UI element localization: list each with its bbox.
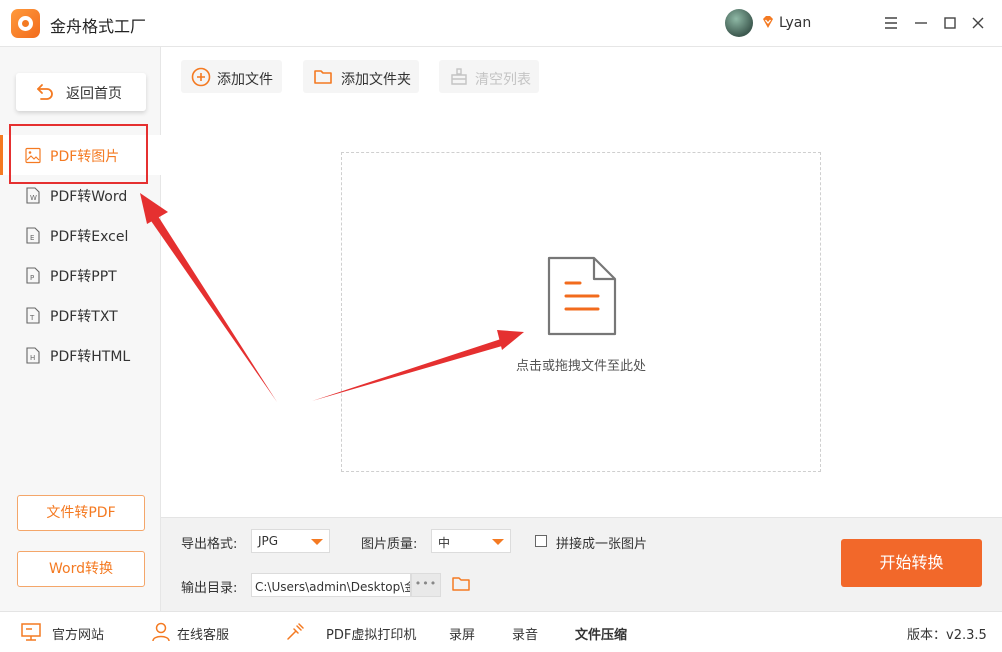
app-title: 金舟格式工厂 <box>50 17 147 36</box>
minimize-icon[interactable] <box>912 14 930 32</box>
svg-text:H: H <box>30 354 35 362</box>
clear-list-label: 清空列表 <box>475 72 531 88</box>
version-text: 版本：v2.3.5 <box>907 628 987 643</box>
drop-hint-text: 点击或拖拽文件至此处 <box>515 359 646 374</box>
ppt-file-icon: P <box>26 267 40 284</box>
sidebar-item-label: PDF转TXT <box>50 309 118 325</box>
start-convert-button[interactable]: 开始转换 <box>841 539 982 587</box>
maximize-icon[interactable] <box>941 14 959 32</box>
image-file-icon <box>25 147 41 164</box>
svg-text:T: T <box>29 314 35 322</box>
sidebar-item-pdf-to-ppt[interactable]: P PDF转PPT <box>0 255 161 295</box>
word-convert-button[interactable]: Word转换 <box>17 551 145 587</box>
menu-icon[interactable] <box>882 14 900 32</box>
image-quality-select[interactable]: 中 <box>431 529 511 553</box>
folder-icon <box>314 70 332 84</box>
user-avatar[interactable] <box>725 9 753 37</box>
title-bar: 金舟格式工厂 Lyan <box>0 0 1002 47</box>
broom-icon <box>451 68 467 85</box>
chevron-down-icon <box>492 539 504 545</box>
output-dir-label: 输出目录: <box>181 581 238 596</box>
add-folder-label: 添加文件夹 <box>341 72 411 88</box>
browse-more-button[interactable]: ••• <box>411 573 441 597</box>
merge-images-checkbox[interactable] <box>535 535 547 547</box>
sidebar-item-label: PDF转图片 <box>50 149 120 165</box>
active-indicator <box>0 135 3 175</box>
printer-tool-icon <box>287 623 304 640</box>
clear-list-button[interactable]: 清空列表 <box>439 60 539 93</box>
svg-text:E: E <box>30 234 34 242</box>
audio-record-link[interactable]: 录音 <box>512 624 538 643</box>
plus-circle-icon <box>191 67 211 87</box>
svg-text:W: W <box>30 194 37 202</box>
monitor-icon <box>21 623 41 641</box>
output-settings-panel: 导出格式: JPG 图片质量: 中 拼接成一张图片 输出目录: C:\Users… <box>161 517 1002 611</box>
screen-record-link[interactable]: 录屏 <box>449 624 475 643</box>
footer-bar: 官方网站 在线客服 PDF虚拟打印机 录屏 录音 文件压缩 版本：v2.3.5 <box>0 611 1002 652</box>
vip-diamond-icon <box>763 16 773 28</box>
sidebar-item-pdf-to-txt[interactable]: T PDF转TXT <box>0 295 161 335</box>
file-drop-zone[interactable]: 点击或拖拽文件至此处 <box>341 152 821 472</box>
official-website-link[interactable]: 官方网站 <box>52 624 104 643</box>
online-support-link[interactable]: 在线客服 <box>177 624 229 643</box>
back-arrow-icon <box>37 84 53 100</box>
sidebar: 返回首页 PDF转图片 W PDF转Word E PDF转Excel P PDF… <box>0 47 161 611</box>
username[interactable]: Lyan <box>779 15 811 31</box>
export-format-select[interactable]: JPG <box>251 529 330 553</box>
output-path-field[interactable]: C:\Users\admin\Desktop\金 <box>251 573 411 597</box>
user-support-icon <box>152 622 170 642</box>
back-home-label: 返回首页 <box>66 86 122 102</box>
close-icon[interactable] <box>969 14 987 32</box>
export-format-value: JPG <box>258 534 279 548</box>
output-path-value: C:\Users\admin\Desktop\金 <box>255 580 411 594</box>
sidebar-item-pdf-to-image[interactable]: PDF转图片 <box>0 135 161 175</box>
svg-text:P: P <box>30 274 34 282</box>
image-quality-value: 中 <box>438 536 451 550</box>
sidebar-item-pdf-to-excel[interactable]: E PDF转Excel <box>0 215 161 255</box>
merge-images-label: 拼接成一张图片 <box>556 537 648 552</box>
sidebar-item-pdf-to-word[interactable]: W PDF转Word <box>0 175 161 215</box>
sidebar-item-pdf-to-html[interactable]: H PDF转HTML <box>0 335 161 375</box>
txt-file-icon: T <box>26 307 40 324</box>
file-to-pdf-button[interactable]: 文件转PDF <box>17 495 145 531</box>
back-home-button[interactable]: 返回首页 <box>16 73 146 111</box>
image-quality-label: 图片质量: <box>361 537 418 552</box>
sidebar-item-label: PDF转PPT <box>50 269 117 285</box>
app-logo-icon <box>11 9 40 38</box>
file-compress-link[interactable]: 文件压缩 <box>575 624 627 643</box>
document-icon <box>547 256 617 336</box>
chevron-down-icon <box>311 539 323 545</box>
sidebar-item-label: PDF转HTML <box>50 349 131 365</box>
open-folder-icon[interactable] <box>451 574 471 594</box>
sidebar-item-label: PDF转Word <box>50 189 128 205</box>
add-file-button[interactable]: 添加文件 <box>181 60 282 93</box>
excel-file-icon: E <box>26 227 40 244</box>
add-file-label: 添加文件 <box>217 72 273 88</box>
sidebar-item-label: PDF转Excel <box>50 229 129 245</box>
word-file-icon: W <box>26 187 40 204</box>
add-folder-button[interactable]: 添加文件夹 <box>303 60 419 93</box>
export-format-label: 导出格式: <box>181 537 238 552</box>
html-file-icon: H <box>26 347 40 364</box>
pdf-virtual-printer-link[interactable]: PDF虚拟打印机 <box>326 624 416 643</box>
